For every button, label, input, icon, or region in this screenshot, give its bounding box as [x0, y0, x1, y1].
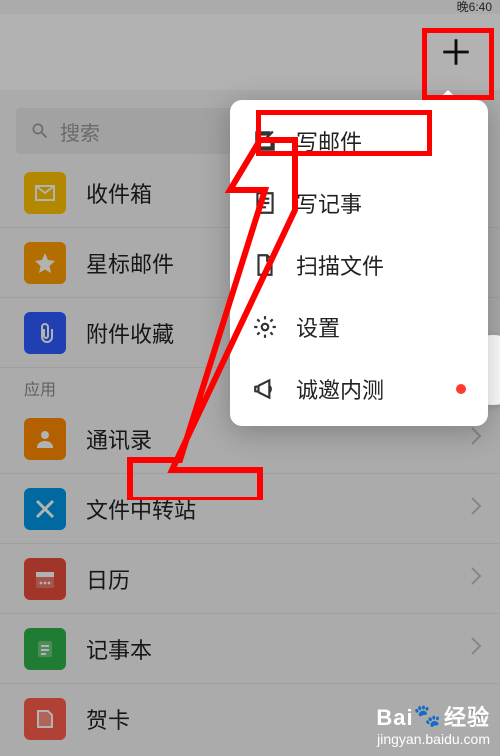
- annotation-highlight-plus: [422, 28, 494, 100]
- watermark: Bai🐾经验 jingyan.baidu.com: [376, 705, 490, 748]
- annotation-highlight-compose: [256, 110, 432, 156]
- popup-item-label: 诚邀内测: [296, 373, 448, 405]
- scan-icon: [252, 252, 278, 278]
- gear-icon: [252, 314, 278, 340]
- notification-dot: [456, 384, 466, 394]
- watermark-url: jingyan.baidu.com: [376, 731, 490, 748]
- popup-item-note[interactable]: 写记事: [230, 172, 488, 234]
- megaphone-icon: [252, 376, 278, 402]
- popup-item-scan[interactable]: 扫描文件: [230, 234, 488, 296]
- popup-item-beta[interactable]: 诚邀内测: [230, 358, 488, 420]
- note-icon: [252, 190, 278, 216]
- popup-item-label: 设置: [296, 311, 466, 343]
- popup-item-label: 写记事: [296, 187, 466, 219]
- popup-item-label: 扫描文件: [296, 249, 466, 281]
- popup-item-settings[interactable]: 设置: [230, 296, 488, 358]
